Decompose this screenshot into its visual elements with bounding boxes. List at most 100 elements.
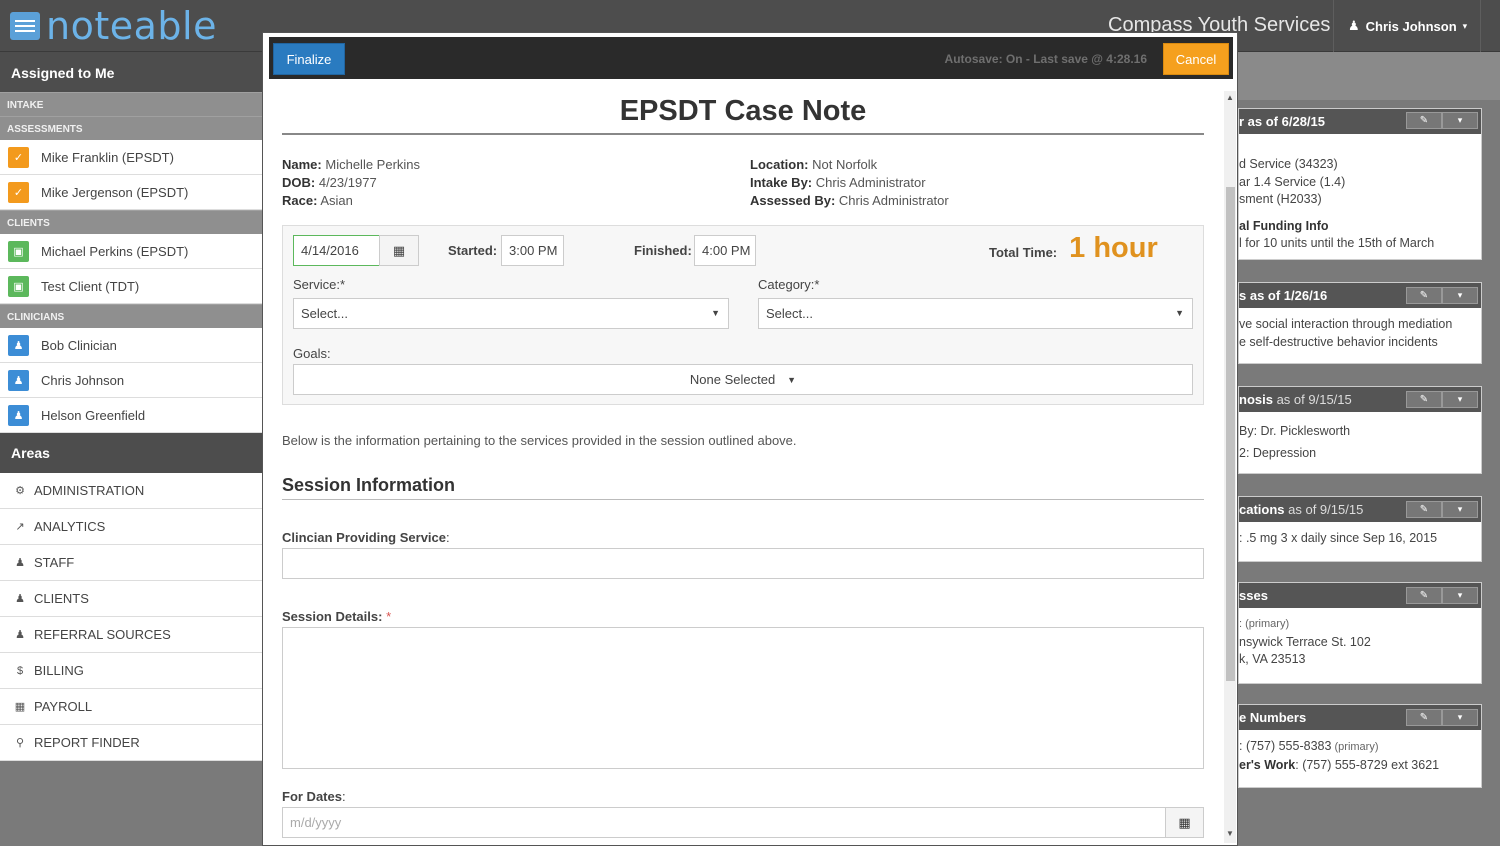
- client-race: Asian: [320, 193, 353, 208]
- panel-body: ve social interaction through mediation …: [1239, 308, 1481, 357]
- clinician-input[interactable]: [282, 548, 1204, 579]
- client-assessed-by: Chris Administrator: [838, 193, 949, 208]
- client-info-left: Name: Michelle Perkins DOB: 4/23/1977 Ra…: [282, 156, 420, 210]
- session-form-box: 4/14/2016 ▦ Started: 3:00 PM Finished: 4…: [282, 225, 1204, 405]
- chevron-down-icon[interactable]: ▾: [1442, 501, 1478, 518]
- panel-line: l for 10 units until the 15th of March: [1239, 236, 1435, 250]
- pencil-icon[interactable]: ✎: [1406, 709, 1442, 726]
- panel-line: By: Dr. Picklesworth: [1239, 424, 1351, 438]
- panel-line: d Service (34323): [1239, 157, 1338, 171]
- goals-multiselect[interactable]: None Selected ▼: [293, 364, 1193, 395]
- panel-line: : (primary): [1239, 618, 1290, 630]
- panel-line-note: (primary): [1331, 741, 1379, 753]
- dashboard-header-strip: [1238, 52, 1500, 100]
- panel-actions: ✎ ▾: [1406, 112, 1478, 129]
- panel-actions: ✎ ▾: [1406, 587, 1478, 604]
- session-details-textarea[interactable]: [282, 627, 1204, 769]
- sidebar-area-report-finder[interactable]: ⚲ REPORT FINDER: [0, 725, 262, 761]
- sidebar-area-billing[interactable]: $ BILLING: [0, 653, 262, 689]
- panel-line: sment (H2033): [1239, 192, 1322, 206]
- scroll-down-icon[interactable]: ▼: [1226, 829, 1234, 838]
- sidebar-area-label: BILLING: [34, 663, 84, 678]
- sidebar-area-administration[interactable]: ⚙ ADMINISTRATION: [0, 473, 262, 509]
- scrollbar[interactable]: ▲ ▼: [1224, 91, 1236, 843]
- finished-time-input[interactable]: 4:00 PM: [694, 235, 756, 266]
- for-dates-label-text: For Dates: [282, 789, 342, 804]
- sidebar-area-referral-sources[interactable]: ♟ REFERRAL SOURCES: [0, 617, 262, 653]
- sidebar-area-analytics[interactable]: ↗ ANALYTICS: [0, 509, 262, 545]
- user-icon: ♟: [8, 404, 29, 426]
- pencil-icon[interactable]: ✎: [1406, 501, 1442, 518]
- pencil-icon[interactable]: ✎: [1406, 287, 1442, 304]
- sidebar-item-label: Mike Jergenson (EPSDT): [41, 184, 189, 200]
- scroll-up-icon[interactable]: ▲: [1226, 93, 1234, 102]
- goals-select-value: None Selected: [689, 372, 776, 387]
- location-label: Location:: [750, 157, 809, 172]
- panel-line: e self-destructive behavior incidents: [1239, 334, 1438, 349]
- finalize-button[interactable]: Finalize: [273, 43, 345, 75]
- scroll-thumb[interactable]: [1226, 187, 1235, 681]
- caret-down-icon: ▼: [711, 308, 720, 318]
- section-title: Session Information: [282, 475, 456, 495]
- clinician-label: Clincian Providing Service:: [282, 530, 450, 545]
- sidebar-item-label: Test Client (TDT): [41, 278, 140, 294]
- checkbox-icon: ✓: [8, 146, 29, 168]
- sidebar-area-label: STAFF: [34, 555, 75, 570]
- client-intake-by: Chris Administrator: [815, 175, 926, 190]
- calendar-icon[interactable]: ▦: [1165, 807, 1204, 838]
- panel-line: nsywick Terrace St. 102: [1239, 634, 1371, 649]
- pencil-icon[interactable]: ✎: [1406, 391, 1442, 408]
- sidebar-category-intake: INTAKE: [0, 92, 262, 116]
- required-marker: *: [386, 609, 392, 624]
- sidebar-item-assessment[interactable]: ✓ Mike Jergenson (EPSDT): [0, 175, 262, 210]
- logo[interactable]: noteable: [10, 6, 217, 46]
- client-location: Not Norfolk: [812, 157, 878, 172]
- chevron-down-icon[interactable]: ▾: [1442, 391, 1478, 408]
- section-description: Below is the information pertaining to t…: [282, 433, 797, 448]
- sidebar: Assigned to Me INTAKE ASSESSMENTS ✓ Mike…: [0, 52, 262, 846]
- started-label-text: Started:: [448, 243, 498, 258]
- sidebar-area-clients[interactable]: ♟ CLIENTS: [0, 581, 262, 617]
- panel-line: k, VA 23513: [1239, 652, 1306, 666]
- chevron-down-icon: ▾: [1462, 20, 1468, 31]
- sidebar-item-label: Helson Greenfield: [41, 407, 146, 423]
- sidebar-item-assessment[interactable]: ✓ Mike Franklin (EPSDT): [0, 140, 262, 175]
- chevron-down-icon[interactable]: ▾: [1442, 587, 1478, 604]
- sidebar-area-label: PAYROLL: [34, 699, 93, 714]
- panel-title-date: as of 9/15/15: [1272, 392, 1352, 407]
- sidebar-item-client[interactable]: ▣ Test Client (TDT): [0, 269, 262, 304]
- sidebar-area-payroll[interactable]: ▦ PAYROLL: [0, 689, 262, 725]
- user-icon: ♟: [15, 629, 25, 641]
- panel-title-date: as of 9/15/15: [1284, 502, 1364, 517]
- for-dates-input[interactable]: m/d/yyyy: [282, 807, 1166, 838]
- sidebar-area-staff[interactable]: ♟ STAFF: [0, 545, 262, 581]
- panel-services: r as of 6/28/15 d Service (34323) ar 1.4…: [1238, 108, 1482, 260]
- for-dates-row: m/d/yyyy ▦: [282, 807, 1204, 838]
- service-select[interactable]: Select... ▼: [293, 298, 729, 329]
- sidebar-item-label: Chris Johnson: [41, 372, 125, 388]
- user-menu[interactable]: ♟ Chris Johnson ▾: [1333, 0, 1481, 52]
- session-date-input[interactable]: 4/14/2016: [293, 235, 381, 266]
- search-icon: ⚲: [15, 737, 25, 749]
- page-title: EPSDT Case Note: [619, 95, 867, 127]
- sidebar-category-clinicians: CLINICIANS: [0, 304, 262, 328]
- sidebar-item-clinician[interactable]: ♟ Chris Johnson: [0, 363, 262, 398]
- race-label: Race:: [282, 193, 318, 208]
- for-dates-label: For Dates:: [282, 789, 346, 804]
- chevron-down-icon[interactable]: ▾: [1442, 709, 1478, 726]
- name-label: Name:: [282, 157, 322, 172]
- chevron-down-icon[interactable]: ▾: [1442, 112, 1478, 129]
- chevron-down-icon[interactable]: ▾: [1442, 287, 1478, 304]
- pencil-icon[interactable]: ✎: [1406, 112, 1442, 129]
- sidebar-areas-heading: Areas: [0, 433, 262, 473]
- category-select[interactable]: Select... ▼: [758, 298, 1193, 329]
- sidebar-item-client[interactable]: ▣ Michael Perkins (EPSDT): [0, 234, 262, 269]
- intake-label: Intake By:: [750, 175, 813, 190]
- started-time-input[interactable]: 3:00 PM: [501, 235, 564, 266]
- sidebar-item-clinician[interactable]: ♟ Bob Clinician: [0, 328, 262, 363]
- cancel-button[interactable]: Cancel: [1163, 43, 1229, 75]
- pencil-icon[interactable]: ✎: [1406, 587, 1442, 604]
- sidebar-item-clinician[interactable]: ♟ Helson Greenfield: [0, 398, 262, 433]
- panel-body: By: Dr. Picklesworth 2: Depression: [1239, 412, 1481, 470]
- calendar-icon[interactable]: ▦: [379, 235, 419, 266]
